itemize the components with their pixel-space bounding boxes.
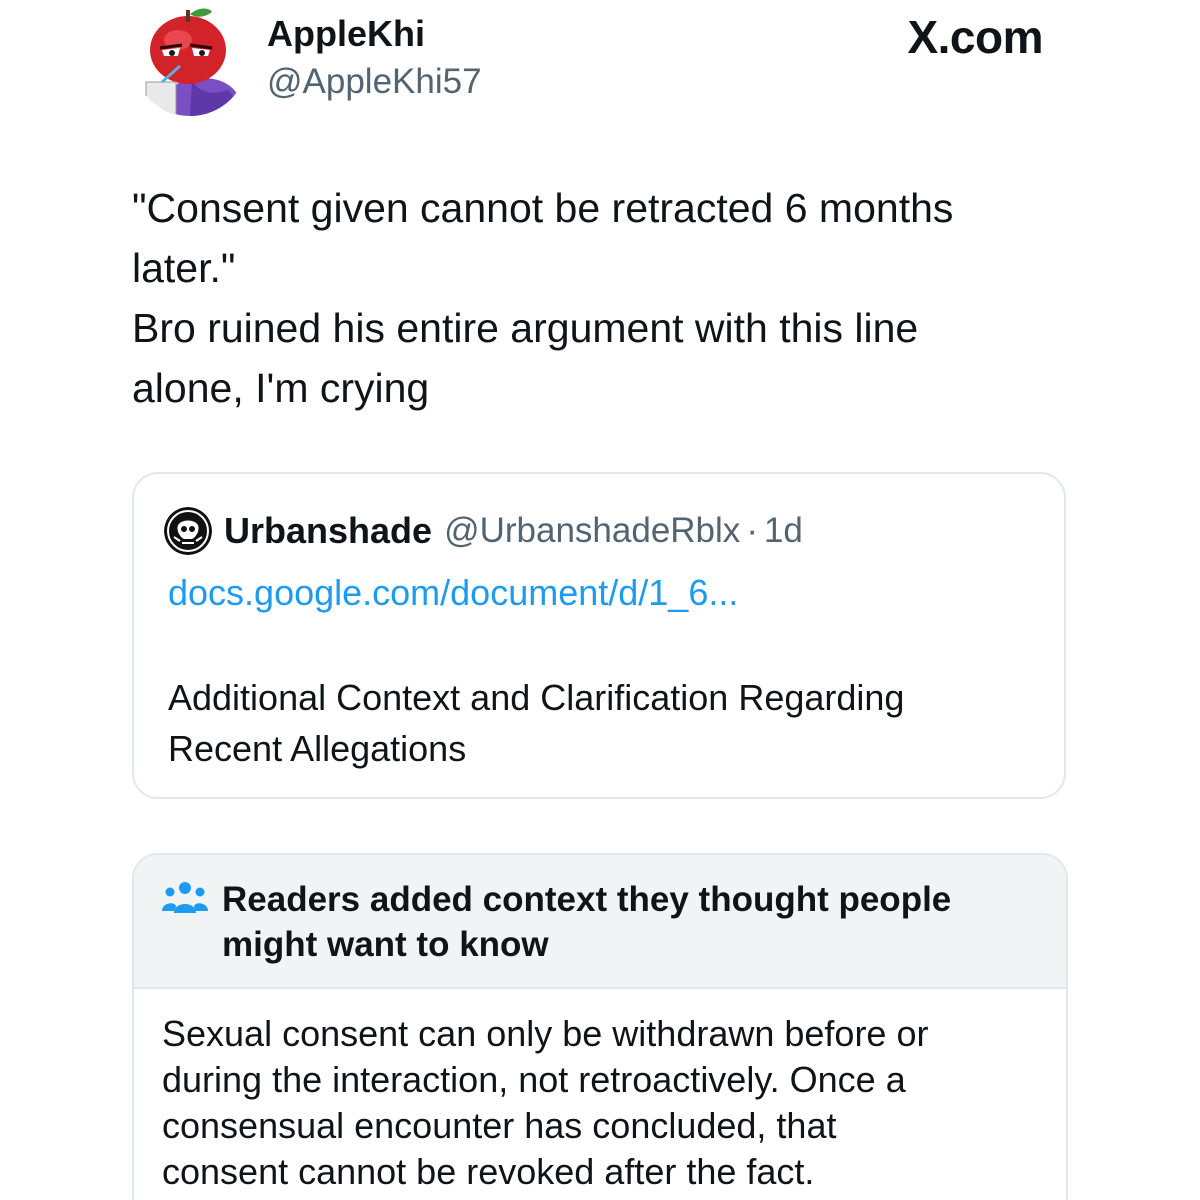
people-icon bbox=[162, 882, 208, 913]
author-avatar[interactable] bbox=[132, 0, 248, 116]
community-note-body: Sexual consent can only be withdrawn bef… bbox=[162, 1011, 1042, 1195]
site-label: X.com bbox=[907, 11, 1043, 63]
community-note-body-line: during the interaction, not retroactivel… bbox=[162, 1059, 906, 1100]
community-note-header: Readers added context they thought peopl… bbox=[134, 855, 1066, 989]
community-note-title-line: Readers added context they thought peopl… bbox=[222, 880, 952, 919]
tweet-text-line: Bro ruined his entire argument with this… bbox=[132, 305, 919, 351]
tweet-text-line: later." bbox=[132, 245, 236, 291]
community-note-title-line: might want to know bbox=[222, 925, 549, 964]
urbanshade-logo-icon bbox=[164, 507, 212, 555]
quoted-tweet-text: Additional Context and Clarification Reg… bbox=[168, 672, 1038, 774]
quoted-tweet-text-line: Additional Context and Clarification Reg… bbox=[168, 677, 905, 718]
apple-character-avatar-icon bbox=[138, 8, 244, 116]
community-note-body-line: consensual encounter has concluded, that bbox=[162, 1105, 837, 1146]
quoted-tweet-text-line: Recent Allegations bbox=[168, 728, 467, 769]
separator-dot: · bbox=[746, 511, 758, 550]
community-note-card[interactable]: Readers added context they thought peopl… bbox=[132, 853, 1068, 1200]
author-handle[interactable]: @AppleKhi57 bbox=[267, 62, 482, 102]
community-note-body-line: consent cannot be revoked after the fact… bbox=[162, 1151, 815, 1192]
quoted-author-handle[interactable]: @UrbanshadeRblx bbox=[444, 511, 740, 551]
tweet-text-line: alone, I'm crying bbox=[132, 365, 430, 411]
quoted-author-display-name[interactable]: Urbanshade bbox=[224, 510, 432, 552]
quoted-tweet-card[interactable]: Urbanshade @UrbanshadeRblx · 1d docs.goo… bbox=[132, 472, 1066, 799]
quoted-author-avatar[interactable] bbox=[164, 507, 212, 555]
author-display-name[interactable]: AppleKhi bbox=[267, 14, 425, 54]
quoted-tweet-header: Urbanshade @UrbanshadeRblx · 1d bbox=[164, 507, 803, 555]
tweet-text: "Consent given cannot be retracted 6 mon… bbox=[132, 178, 1052, 418]
community-note-body-line: Sexual consent can only be withdrawn bef… bbox=[162, 1013, 929, 1054]
quoted-tweet-timestamp[interactable]: 1d bbox=[764, 511, 803, 551]
tweet-text-line: "Consent given cannot be retracted 6 mon… bbox=[132, 185, 954, 231]
community-note-title: Readers added context they thought peopl… bbox=[222, 877, 951, 967]
quoted-tweet-link[interactable]: docs.google.com/document/d/1_6... bbox=[168, 572, 738, 614]
